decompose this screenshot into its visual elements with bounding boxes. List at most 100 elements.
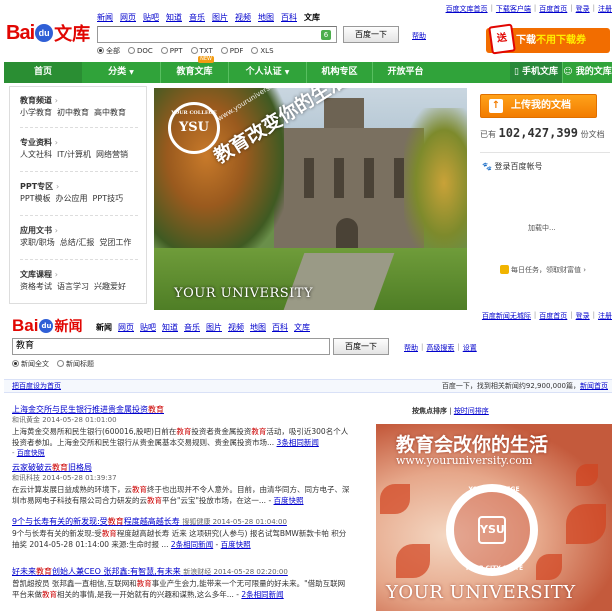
same-news-link[interactable]: 2条相同新闻 <box>241 590 283 599</box>
nav-image[interactable]: 图片 <box>212 12 228 23</box>
result-title[interactable]: 好未来教育创始人兼CEO 张邦鑫:有智慧,有未来 新浪财经 2014-05-28… <box>12 566 352 578</box>
university-ad[interactable]: 教育会改你的生活 www.youruniversity.com YOUR COL… <box>376 424 612 611</box>
news-result: 上海金交所与民生银行推进贵金属投资教育 和讯黄金 2014-05-28 01:0… <box>12 404 352 459</box>
same-news-link[interactable]: 2条相同新闻 <box>171 540 213 549</box>
cache-link[interactable]: 百度快照 <box>274 496 304 505</box>
radio-dot-icon <box>220 47 228 54</box>
radio-txt[interactable]: TXT <box>190 47 213 55</box>
tab-cert[interactable]: 个人认证 ▼ <box>228 62 306 83</box>
news-search-input[interactable]: 教育 <box>12 338 330 355</box>
paw-icon: du <box>35 24 54 42</box>
result-title[interactable]: 9个与长寿有关的新发现:受教育程度越高越长寿 搜狐健康 2014-05-28 0… <box>12 516 352 528</box>
nav-zhidao[interactable]: 知道 <box>166 12 182 23</box>
wenku-filetype-radios: 全部 DOC PPT TXT PDF XLS <box>97 46 274 56</box>
wenku-main-nav: 首页 分类 ▼ 教育文库 NEW 个人认证 ▼ 机构专区 开放平台 ▯ 手机文库 … <box>4 56 612 83</box>
free-download-promo[interactable]: 送 下载不用下载券 <box>486 23 610 55</box>
result-source: 和讯科技 2014-05-28 01:39:37 <box>12 474 117 482</box>
chevron-right-icon: › <box>54 96 58 105</box>
nav-music[interactable]: 音乐 <box>189 12 205 23</box>
wenku-help-link[interactable]: 帮助 <box>412 31 426 41</box>
sidebar-cat-courses[interactable]: 文库课程 › 资格考试 语言学习 兴趣爱好 <box>20 269 131 293</box>
radio-ppt[interactable]: PPT <box>160 47 183 55</box>
sidebar-cat-writing[interactable]: 应用文书 › 求职/职场 总结/汇报 党团工作 <box>20 225 136 249</box>
nav-wenku[interactable]: 文库 <box>294 322 310 333</box>
sidebar-cat-ppt[interactable]: PPT专区 › PPT模板 办公应用 PPT技巧 <box>20 181 128 205</box>
top-link-baidu-home[interactable]: 百度首页 <box>539 4 567 14</box>
nav-baike[interactable]: 百科 <box>281 12 297 23</box>
news-advanced-search[interactable]: 高级搜索 <box>426 343 454 353</box>
chevron-right-icon: › <box>54 226 58 235</box>
link-baidu-home-2[interactable]: 百度首页 <box>539 311 567 321</box>
top-link-wenku-home[interactable]: 百度文库首页 <box>446 4 488 14</box>
radio-dot-icon <box>97 47 104 54</box>
nav-music[interactable]: 音乐 <box>184 322 200 333</box>
wenku-logo[interactable]: Bai du 文库 <box>6 20 90 46</box>
link-register-2[interactable]: 注册 <box>598 311 612 321</box>
nav-map[interactable]: 地图 <box>250 322 266 333</box>
nav-web[interactable]: 网页 <box>118 322 134 333</box>
tab-platform[interactable]: 开放平台 <box>372 62 438 83</box>
tab-mobile[interactable]: ▯ 手机文库 <box>510 62 562 83</box>
radio-dot-icon <box>57 360 64 367</box>
top-link-register[interactable]: 注册 <box>598 4 612 14</box>
nav-tieba[interactable]: 贴吧 <box>140 322 156 333</box>
nav-map[interactable]: 地图 <box>258 12 274 23</box>
login-title[interactable]: 🐾 登录百度帐号 <box>482 161 543 172</box>
link-news-nocity[interactable]: 百度新闻无城际 <box>482 311 531 321</box>
category-sidebar: 教育频道 › 小学教育 初中教育 高中教育 专业资料 › 人文社科 IT/计算机 网络营… <box>9 86 147 304</box>
ad-url: www.youruniversity.com <box>396 454 533 467</box>
news-help-links: 帮助 | 高级搜索 | 设置 <box>404 343 477 353</box>
radio-all[interactable]: 全部 <box>97 46 120 56</box>
radio-fulltext[interactable]: 新闻全文 <box>12 359 49 369</box>
phone-icon: ▯ <box>513 67 519 77</box>
tab-org[interactable]: 机构专区 <box>306 62 372 83</box>
wenku-search-button[interactable]: 百度一下 <box>343 26 399 43</box>
university-banner[interactable]: YOUR COLLEGEYSU www.youruniversity.com 教… <box>154 88 467 310</box>
news-home-link[interactable]: 新闻首页 <box>580 382 608 390</box>
tab-home[interactable]: 首页 <box>4 62 82 83</box>
news-top-links: 百度新闻无城际 | 百度首页 | 登录 | 注册 <box>481 311 612 321</box>
result-cache: - 百度快照 <box>12 449 45 457</box>
ad-slogan: 教育会改你的生活 <box>396 434 549 456</box>
radio-xls[interactable]: XLS <box>251 47 274 55</box>
nav-video[interactable]: 视频 <box>235 12 251 23</box>
radio-doc[interactable]: DOC <box>128 47 153 55</box>
news-settings[interactable]: 设置 <box>463 343 477 353</box>
tab-mine[interactable]: ☺ 我的文库 <box>562 62 612 83</box>
news-help[interactable]: 帮助 <box>404 343 418 353</box>
result-title[interactable]: 云家破破云教育旧格局 <box>12 462 352 473</box>
news-logo[interactable]: Bai du 新闻 <box>12 316 82 336</box>
promo-text-free: 不用下载券 <box>536 35 586 46</box>
news-search-button[interactable]: 百度一下 <box>333 338 389 355</box>
tab-edu[interactable]: 教育文库 NEW <box>160 56 228 83</box>
daily-task-link[interactable]: 每日任务，领取财富值 › <box>500 265 586 275</box>
wenku-search-input[interactable] <box>97 26 337 43</box>
set-homepage-link[interactable]: 把百度设为首页 <box>12 380 61 392</box>
link-login-2[interactable]: 登录 <box>576 311 590 321</box>
paw-icon: 🐾 <box>482 162 492 171</box>
nav-zhidao[interactable]: 知道 <box>162 322 178 333</box>
same-news-link[interactable]: 3条相同新闻 <box>277 438 319 447</box>
chevron-right-icon: › <box>54 270 58 279</box>
nav-news[interactable]: 新闻 <box>97 12 113 23</box>
sidebar-cat-edu[interactable]: 教育频道 › 小学教育 初中教育 高中教育 <box>20 95 131 119</box>
top-link-login[interactable]: 登录 <box>576 4 590 14</box>
sort-by-time[interactable]: 按时间排序 <box>454 407 489 415</box>
nav-tieba[interactable]: 贴吧 <box>143 12 159 23</box>
nav-baike[interactable]: 百科 <box>272 322 288 333</box>
radio-pdf[interactable]: PDF <box>220 47 243 55</box>
nav-video[interactable]: 视频 <box>228 322 244 333</box>
radio-title[interactable]: 新闻标题 <box>57 359 94 369</box>
search-badge: 6 <box>321 30 331 40</box>
cache-link[interactable]: 百度快照 <box>221 540 251 549</box>
nav-image[interactable]: 图片 <box>206 322 222 333</box>
user-icon: ☺ <box>563 67 573 77</box>
top-link-download-client[interactable]: 下载客户端 <box>496 4 531 14</box>
news-result: 9个与长寿有关的新发现:受教育程度越高越长寿 搜狐健康 2014-05-28 0… <box>12 516 352 550</box>
result-title[interactable]: 上海金交所与民生银行推进贵金属投资教育 <box>12 404 352 415</box>
upload-document-button[interactable]: ↑ 上传我的文档 <box>480 94 597 118</box>
sidebar-cat-professional[interactable]: 专业资料 › 人文社科 IT/计算机 网络营销 <box>20 137 133 161</box>
triangle-down-icon: ▼ <box>129 69 134 76</box>
tab-category[interactable]: 分类 ▼ <box>82 62 160 83</box>
nav-web[interactable]: 网页 <box>120 12 136 23</box>
